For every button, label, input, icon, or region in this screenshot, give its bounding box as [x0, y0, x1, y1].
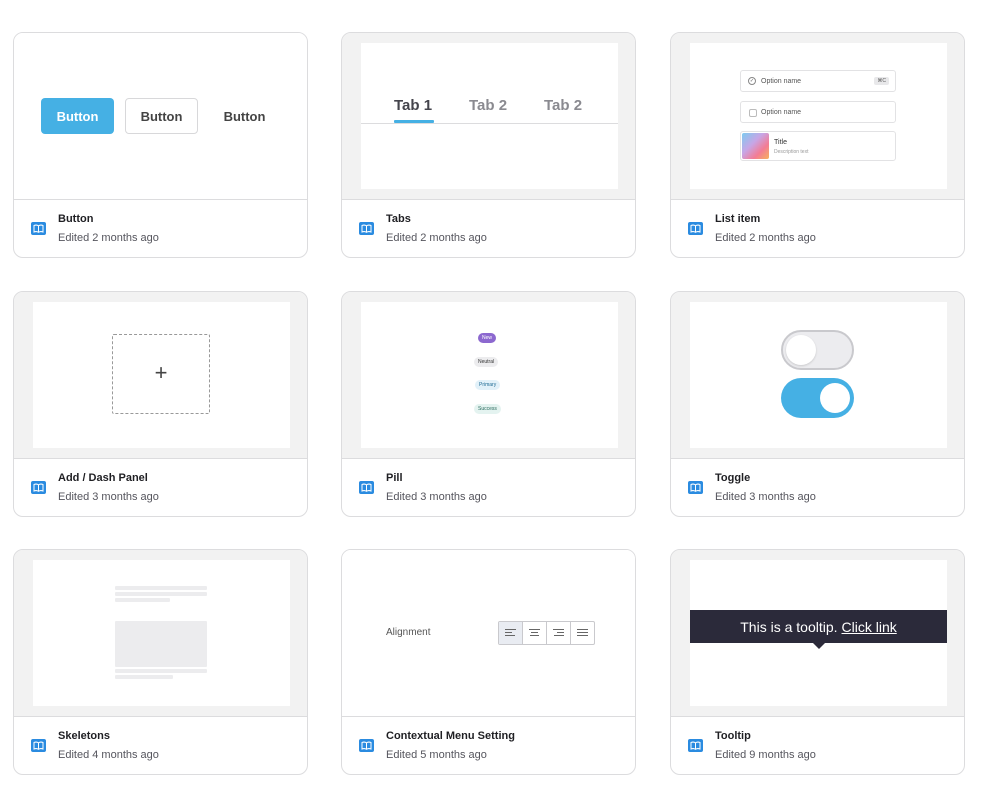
preview-option-label: Option name [761, 109, 802, 116]
preview-list-option-checked: ✓ Option name ⌘C [740, 70, 896, 92]
card-edited: Edited 2 months ago [386, 232, 487, 244]
toggle-knob [786, 335, 816, 365]
preview-alignment-group [498, 621, 595, 645]
card-edited: Edited 9 months ago [715, 749, 816, 761]
card-edited: Edited 3 months ago [386, 491, 487, 503]
preview-tooltip: This is a tooltip. Click link [690, 610, 947, 643]
preview-dashed-panel: + [112, 334, 210, 414]
book-icon [359, 222, 374, 235]
preview-text-button: Button [223, 108, 266, 124]
book-icon [31, 739, 46, 752]
card-button[interactable]: Button Button Button Button Edited 2 mon… [13, 32, 308, 258]
preview-tab-3: Tab 2 [544, 97, 583, 114]
align-left-icon [499, 622, 523, 644]
card-pill[interactable]: New Neutral Primary Success Pill Edited … [341, 291, 636, 517]
preview-pill-new: New [478, 333, 497, 343]
card-tooltip[interactable]: This is a tooltip. Click link Tooltip Ed… [670, 549, 965, 775]
preview-toggle-off [781, 330, 854, 370]
card-thumbnail [14, 550, 307, 717]
book-icon [688, 739, 703, 752]
preview-option-label: Option name [761, 78, 802, 85]
preview-pill-primary: Primary [475, 380, 501, 390]
card-title: Contextual Menu Setting [386, 730, 515, 742]
preview-alignment-label: Alignment [386, 627, 431, 638]
preview-primary-button: Button [41, 98, 114, 134]
card-tabs[interactable]: Tab 1 Tab 2 Tab 2 Tabs Edited 2 months a… [341, 32, 636, 258]
plus-icon: + [154, 360, 168, 385]
card-thumbnail [671, 292, 964, 459]
card-title: Skeletons [58, 730, 110, 742]
preview-pill-success: Success [474, 404, 501, 414]
card-edited: Edited 3 months ago [715, 491, 816, 503]
book-icon [31, 481, 46, 494]
skeleton-line [115, 669, 207, 673]
preview-tab-2: Tab 2 [469, 97, 508, 114]
card-meta: Toggle Edited 3 months ago [671, 459, 964, 516]
book-icon [688, 481, 703, 494]
card-meta: List item Edited 2 months ago [671, 200, 964, 257]
active-tab-indicator [394, 120, 434, 123]
card-contextual-menu-setting[interactable]: Alignment Contextual Menu Setting Edited… [341, 549, 636, 775]
toggle-knob [820, 383, 850, 413]
card-title: Add / Dash Panel [58, 472, 148, 484]
card-meta: Pill Edited 3 months ago [342, 459, 635, 516]
card-thumbnail: ✓ Option name ⌘C Option name Title Descr… [671, 33, 964, 200]
card-add-dash-panel[interactable]: + Add / Dash Panel Edited 3 months ago [13, 291, 308, 517]
preview-list-option: Option name [740, 101, 896, 123]
book-icon [688, 222, 703, 235]
card-thumbnail: Alignment [342, 550, 635, 717]
card-meta: Button Edited 2 months ago [14, 200, 307, 257]
align-justify-icon [571, 622, 594, 644]
card-edited: Edited 3 months ago [58, 491, 159, 503]
book-icon [359, 739, 374, 752]
gradient-thumbnail-image [742, 133, 769, 159]
card-meta: Add / Dash Panel Edited 3 months ago [14, 459, 307, 516]
checkbox-icon [749, 109, 757, 117]
card-edited: Edited 5 months ago [386, 749, 487, 761]
card-toggle[interactable]: Toggle Edited 3 months ago [670, 291, 965, 517]
skeleton-line [115, 598, 170, 602]
skeleton-line [115, 586, 207, 590]
check-icon: ✓ [748, 77, 756, 85]
align-center-icon [523, 622, 547, 644]
card-thumbnail: Button Button Button [14, 33, 307, 200]
skeleton-block [115, 621, 207, 667]
card-title: Tabs [386, 213, 411, 225]
preview-tab-1: Tab 1 [394, 97, 433, 114]
preview-item-title: Title [774, 139, 787, 146]
card-title: Tooltip [715, 730, 751, 742]
align-right-icon [547, 622, 571, 644]
card-title: Button [58, 213, 94, 225]
tooltip-text: This is a tooltip. [740, 618, 838, 635]
card-thumbnail: This is a tooltip. Click link [671, 550, 964, 717]
card-thumbnail: + [14, 292, 307, 459]
tooltip-link: Click link [841, 618, 897, 635]
card-meta: Tooltip Edited 9 months ago [671, 717, 964, 774]
card-meta: Tabs Edited 2 months ago [342, 200, 635, 257]
card-title: List item [715, 213, 761, 225]
card-title: Toggle [715, 472, 751, 484]
skeleton-line [115, 592, 207, 596]
card-skeletons[interactable]: Skeletons Edited 4 months ago [13, 549, 308, 775]
book-icon [31, 222, 46, 235]
card-edited: Edited 4 months ago [58, 749, 159, 761]
card-thumbnail: New Neutral Primary Success [342, 292, 635, 459]
preview-list-media-item: Title Description text [740, 131, 896, 161]
preview-toggle-on [781, 378, 854, 418]
card-meta: Contextual Menu Setting Edited 5 months … [342, 717, 635, 774]
skeleton-line [115, 675, 173, 679]
tab-divider [361, 123, 618, 124]
card-meta: Skeletons Edited 4 months ago [14, 717, 307, 774]
preview-item-description: Description text [774, 149, 809, 155]
tooltip-arrow [813, 643, 825, 649]
card-thumbnail: Tab 1 Tab 2 Tab 2 [342, 33, 635, 200]
shortcut-badge: ⌘C [874, 77, 889, 85]
card-list-item[interactable]: ✓ Option name ⌘C Option name Title Descr… [670, 32, 965, 258]
card-title: Pill [386, 472, 403, 484]
preview-pill-neutral: Neutral [474, 357, 499, 367]
card-edited: Edited 2 months ago [715, 232, 816, 244]
card-edited: Edited 2 months ago [58, 232, 159, 244]
book-icon [359, 481, 374, 494]
preview-outline-button: Button [125, 98, 198, 134]
